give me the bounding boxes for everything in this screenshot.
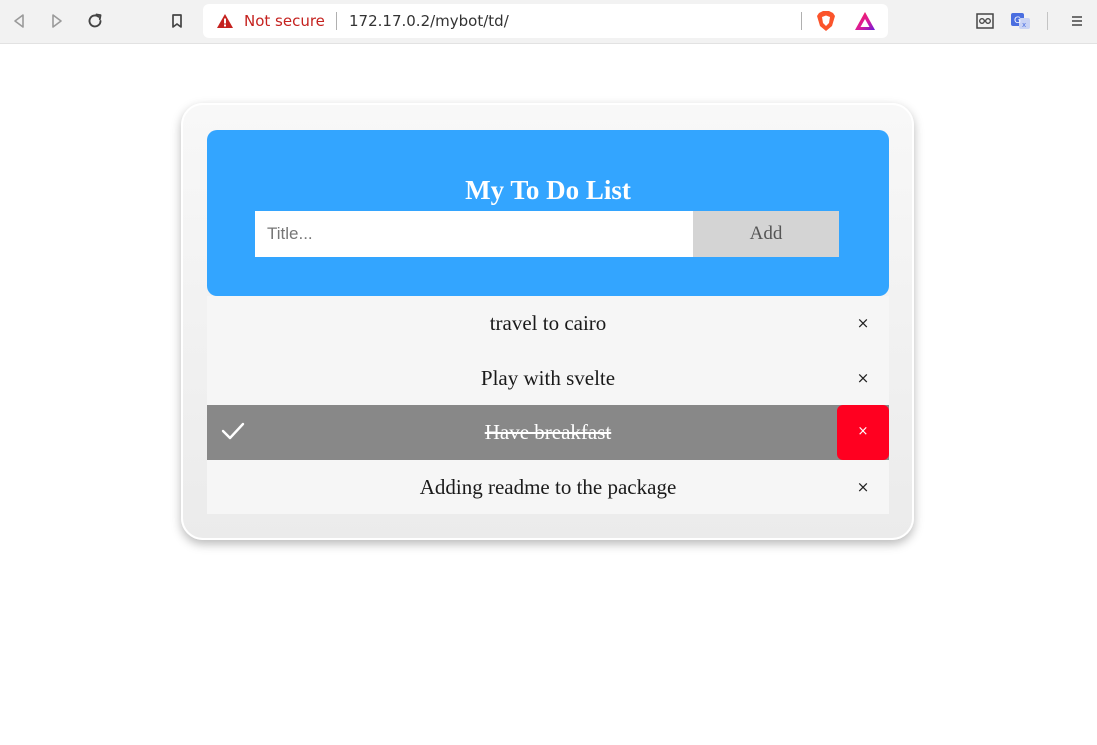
page-title: My To Do List [465,175,631,205]
security-label[interactable]: Not secure [244,12,325,30]
bookmark-button[interactable] [164,8,190,34]
back-icon [14,14,24,28]
todo-header: My To Do List Add [207,130,889,296]
close-button[interactable]: × [837,296,889,351]
title-input[interactable] [255,211,693,257]
warning-icon [217,14,233,28]
todo-card: My To Do List Add travel to cairo × Play… [181,103,914,540]
translate-icon: Gx [1011,13,1030,29]
address-separator [801,12,802,30]
forward-icon [52,14,62,28]
todo-text: Play with svelte [480,365,616,390]
menu-icon [1072,16,1082,26]
translate-button[interactable]: Gx [1008,8,1034,34]
reader-mode-icon [976,13,994,29]
list-item[interactable]: Adding readme to the package × [207,459,889,515]
add-button[interactable]: Add [693,211,839,257]
address-bar[interactable]: Not secure 172.17.0.2/mybot/td/ [203,4,888,38]
bookmark-icon [172,14,182,28]
close-button[interactable]: × [837,351,889,406]
todo-list: travel to cairo × Play with svelte × Hav… [207,296,889,514]
brave-shields-icon[interactable] [816,10,836,32]
list-item-checked[interactable]: Have breakfast × [207,405,889,460]
back-button[interactable] [6,8,32,34]
list-item[interactable]: travel to cairo × [207,296,889,351]
reader-mode-button[interactable] [972,8,998,34]
todo-text: travel to cairo [489,311,607,335]
reload-icon [88,13,102,28]
todo-text: Have breakfast [484,420,612,444]
todo-text: Adding readme to the package [419,474,677,499]
address-separator [336,12,337,30]
url-text[interactable]: 172.17.0.2/mybot/td/ [349,12,509,30]
toolbar-separator [1047,12,1048,30]
svg-text:x: x [1022,21,1026,29]
list-item[interactable]: Play with svelte × [207,350,889,406]
svg-text:G: G [1014,16,1021,26]
brave-rewards-icon[interactable] [854,11,876,31]
menu-button[interactable] [1064,8,1090,34]
forward-button[interactable] [44,8,70,34]
browser-toolbar: Not secure 172.17.0.2/mybot/td/ Gx [0,0,1097,44]
close-button[interactable]: × [837,405,889,460]
reload-button[interactable] [82,8,108,34]
close-button[interactable]: × [837,460,889,515]
